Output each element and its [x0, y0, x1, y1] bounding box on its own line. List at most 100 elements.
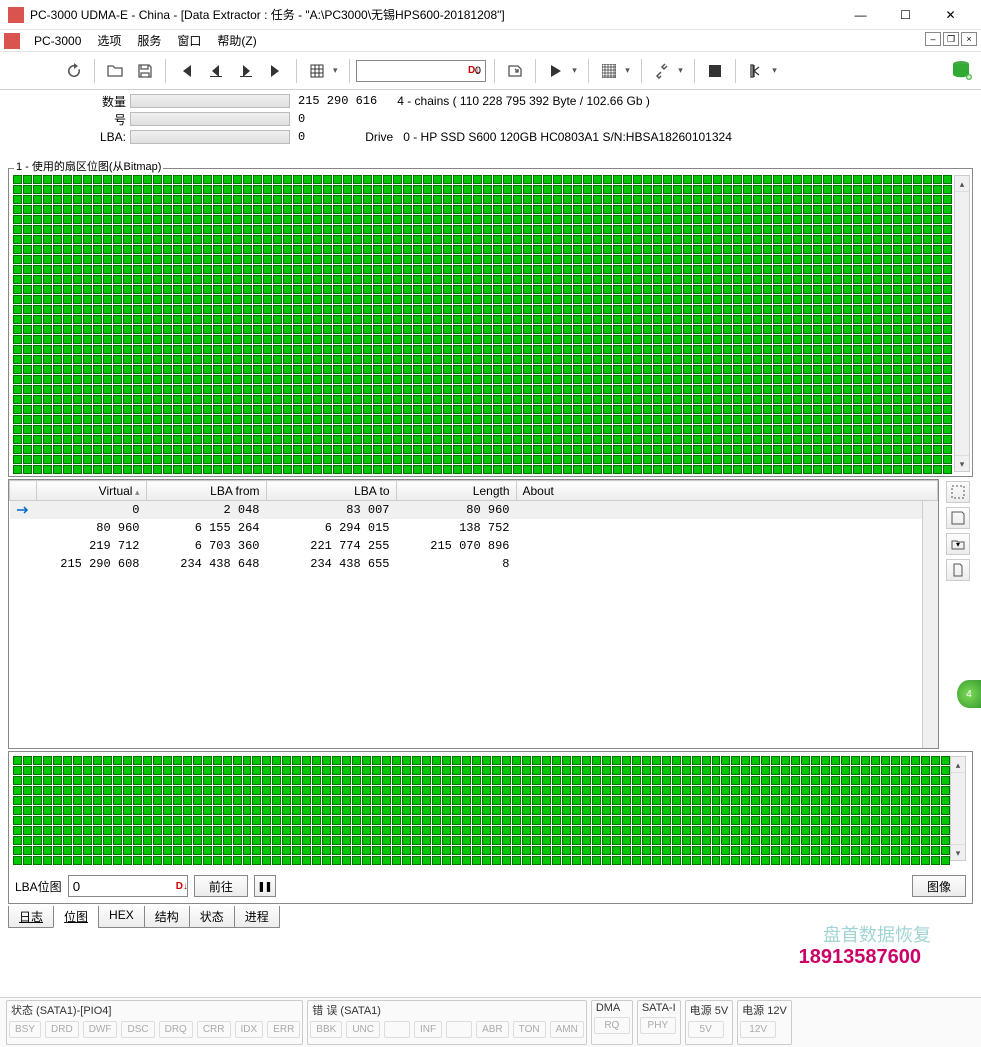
- pause-button[interactable]: ❚❚: [254, 875, 276, 897]
- sector-bitmap[interactable]: [13, 175, 952, 474]
- table-row[interactable]: 80 960 6 155 264 6 294 015 138 752: [10, 519, 938, 537]
- scroll-down-icon[interactable]: ▾: [955, 455, 969, 471]
- col-lba-from[interactable]: LBA from: [146, 481, 266, 501]
- bitmap-scrollbar[interactable]: ▴ ▾: [954, 175, 970, 472]
- tab-struct[interactable]: 结构: [144, 906, 190, 928]
- go-button[interactable]: 前往: [194, 875, 248, 897]
- last-button[interactable]: [262, 57, 290, 85]
- close-button[interactable]: ✕: [928, 0, 973, 30]
- open-button[interactable]: [101, 57, 129, 85]
- grid-button[interactable]: [303, 57, 331, 85]
- tab-bitmap[interactable]: 位图: [53, 906, 99, 928]
- qty-label: 数量: [70, 93, 130, 110]
- table-row[interactable]: 0 2 048 83 007 80 960: [10, 501, 938, 519]
- drive-label: Drive: [365, 130, 393, 144]
- chains-table[interactable]: Virtual LBA from LBA to Length About 0 2…: [8, 479, 939, 749]
- status-item: ABR: [476, 1021, 509, 1038]
- tools-button[interactable]: [648, 57, 676, 85]
- tab-hex[interactable]: HEX: [98, 906, 145, 928]
- mdi-restore-button[interactable]: ❐: [943, 32, 959, 46]
- play-button[interactable]: [542, 57, 570, 85]
- mdi-close-button[interactable]: ×: [961, 32, 977, 46]
- qty-extra: 4 - chains ( 110 228 795 392 Byte / 102.…: [397, 94, 650, 108]
- cell-lba-to: 83 007: [266, 501, 396, 519]
- side-select-button[interactable]: [946, 481, 970, 503]
- mdi-minimize-button[interactable]: –: [925, 32, 941, 46]
- tab-process[interactable]: 进程: [234, 906, 280, 928]
- stop-button[interactable]: [701, 57, 729, 85]
- scroll-up-icon[interactable]: ▴: [955, 176, 969, 192]
- play-dropdown-icon[interactable]: ▾: [572, 65, 582, 76]
- next-button[interactable]: [232, 57, 260, 85]
- cell-about: [516, 519, 938, 537]
- tools-dropdown-icon[interactable]: ▾: [678, 65, 688, 76]
- watermark-phone: 18913587600: [799, 946, 921, 969]
- status-pwr5-title: 电源 5V: [686, 1001, 733, 1019]
- cell-lba-from: 234 438 648: [146, 555, 266, 573]
- status-sata-title: SATA-I: [638, 1001, 680, 1015]
- side-save-button[interactable]: [946, 507, 970, 529]
- status-item: DSC: [121, 1021, 154, 1038]
- bottom-controls: LBA位图 D↓ 前往 ❚❚ 图像: [13, 873, 968, 899]
- scroll-down-icon[interactable]: ▾: [951, 844, 965, 860]
- num-bar: [130, 112, 290, 126]
- table-scrollbar[interactable]: [922, 501, 938, 748]
- lba-bitmap[interactable]: [13, 756, 950, 865]
- lba-bitmap-scrollbar[interactable]: ▴ ▾: [950, 756, 966, 861]
- col-lba-to[interactable]: LBA to: [266, 481, 396, 501]
- tab-state[interactable]: 状态: [189, 906, 235, 928]
- grid2-dropdown-icon[interactable]: ▾: [625, 65, 635, 76]
- status-item: IDX: [235, 1021, 264, 1038]
- grid2-button[interactable]: [595, 57, 623, 85]
- side-open-button[interactable]: ▾: [946, 533, 970, 555]
- cell-virtual: 219 712: [36, 537, 146, 555]
- status-pwr12-title: 电源 12V: [738, 1001, 791, 1019]
- table-row[interactable]: 219 712 6 703 360 221 774 255 215 070 89…: [10, 537, 938, 555]
- minimize-button[interactable]: —: [838, 0, 883, 30]
- image-button[interactable]: 图像: [912, 875, 966, 897]
- table-area: Virtual LBA from LBA to Length About 0 2…: [8, 479, 973, 749]
- status-item: INF: [414, 1021, 442, 1038]
- lba-input[interactable]: [68, 875, 188, 897]
- exit-dropdown-icon[interactable]: ▾: [772, 65, 782, 76]
- menu-app[interactable]: PC-3000: [26, 32, 89, 50]
- save-button[interactable]: [131, 57, 159, 85]
- maximize-button[interactable]: ☐: [883, 0, 928, 30]
- tab-log[interactable]: 日志: [8, 906, 54, 928]
- refresh-button[interactable]: [60, 57, 88, 85]
- status-group-pwr5: 电源 5V 5V: [685, 1000, 734, 1045]
- lba-bar: [130, 130, 290, 144]
- menu-help[interactable]: 帮助(Z): [209, 30, 264, 51]
- menu-window[interactable]: 窗口: [169, 30, 209, 51]
- cell-lba-from: 6 155 264: [146, 519, 266, 537]
- menu-options[interactable]: 选项: [89, 30, 129, 51]
- status-item: DWF: [83, 1021, 118, 1038]
- col-about[interactable]: About: [516, 481, 938, 501]
- menu-service[interactable]: 服务: [129, 30, 169, 51]
- col-virtual[interactable]: Virtual: [36, 481, 146, 501]
- address-input[interactable]: [356, 60, 486, 82]
- exit-button[interactable]: [742, 57, 770, 85]
- table-row[interactable]: 215 290 608 234 438 648 234 438 655 8: [10, 555, 938, 573]
- bottom-panel: ▴ ▾ LBA位图 D↓ 前往 ❚❚ 图像: [8, 751, 973, 904]
- status-item: RQ: [594, 1017, 630, 1034]
- side-doc-button[interactable]: [946, 559, 970, 581]
- database-icon[interactable]: [949, 59, 973, 83]
- num-label: 号: [70, 111, 130, 128]
- status-item: 12V: [740, 1021, 776, 1038]
- status-group-pwr12: 电源 12V 12V: [737, 1000, 792, 1045]
- prev-button[interactable]: [202, 57, 230, 85]
- cell-virtual: 215 290 608: [36, 555, 146, 573]
- first-button[interactable]: [172, 57, 200, 85]
- export-button[interactable]: [501, 57, 529, 85]
- status-group-sata: SATA-I PHY: [637, 1000, 681, 1045]
- col-length[interactable]: Length: [396, 481, 516, 501]
- lba-value: 0: [298, 130, 305, 144]
- status-item: DRD: [45, 1021, 79, 1038]
- row-icon: [10, 519, 37, 537]
- status-item: CRR: [197, 1021, 231, 1038]
- scroll-up-icon[interactable]: ▴: [951, 757, 965, 773]
- cell-about: [516, 555, 938, 573]
- side-badge[interactable]: 4: [957, 680, 981, 708]
- grid-dropdown-icon[interactable]: ▾: [333, 65, 343, 76]
